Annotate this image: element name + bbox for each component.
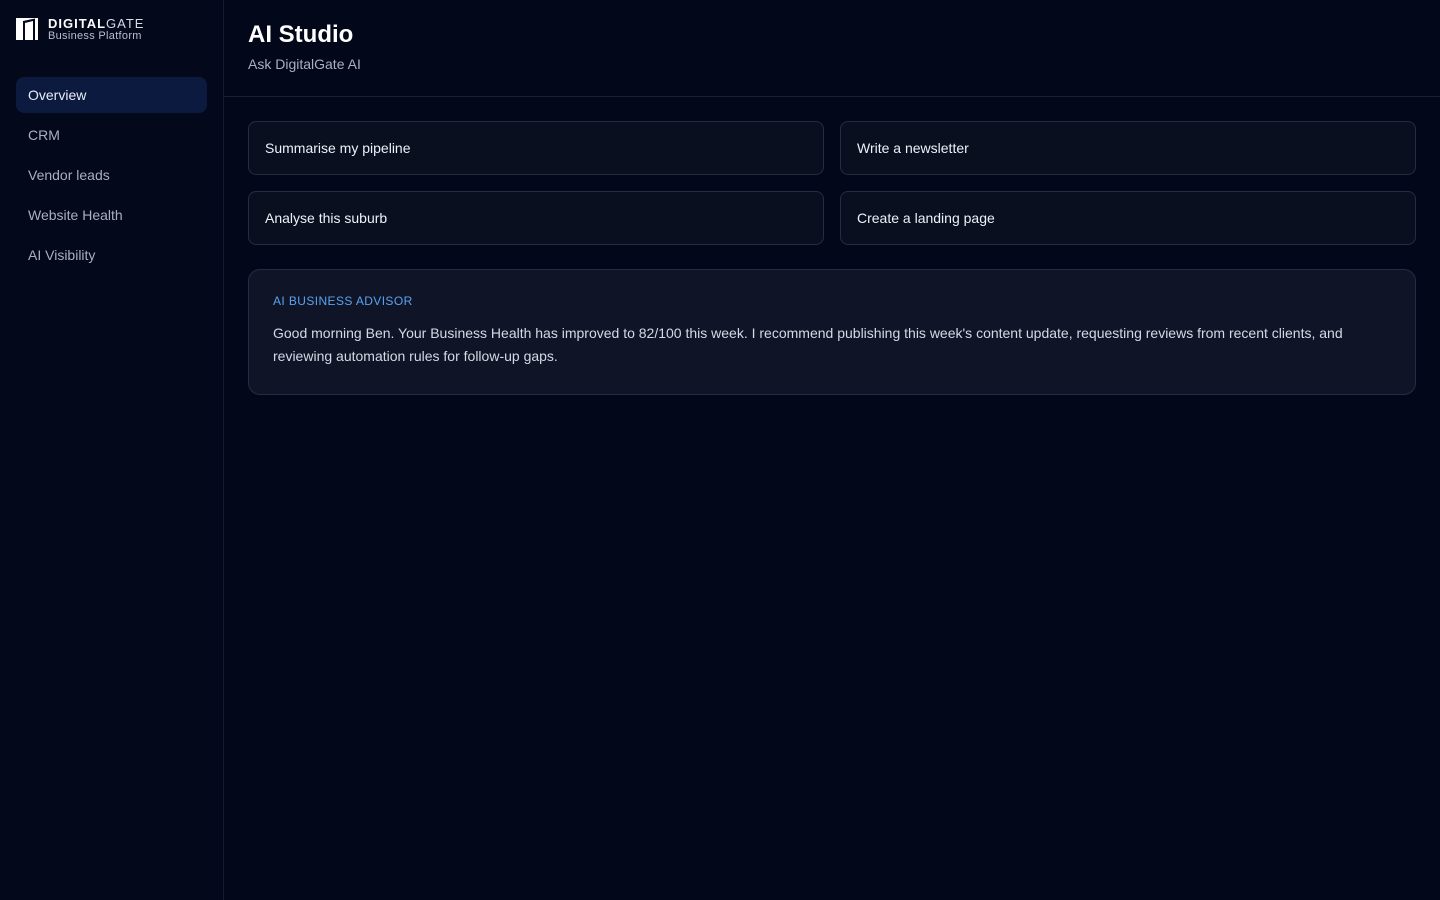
main-panel: AI Studio Ask DigitalGate AI Summarise m… <box>224 0 1440 900</box>
quick-actions: Summarise my pipeline Write a newsletter… <box>248 121 1416 245</box>
sidebar-item-crm[interactable]: CRM <box>16 117 207 153</box>
brand-text: DIGITALGATE Business Platform <box>48 17 144 42</box>
app-shell: DIGITALGATE Business Platform Overview C… <box>0 0 1440 900</box>
brand-name-strong: DIGITAL <box>48 15 107 31</box>
brand-subtitle: Business Platform <box>48 29 142 42</box>
content-area: Summarise my pipeline Write a newsletter… <box>224 97 1440 419</box>
page-header: AI Studio Ask DigitalGate AI <box>224 0 1440 97</box>
sidebar-item-website-health[interactable]: Website Health <box>16 197 207 233</box>
sidebar: DIGITALGATE Business Platform Overview C… <box>0 0 224 900</box>
action-summarise-pipeline-button[interactable]: Summarise my pipeline <box>248 121 824 175</box>
page-subtitle: Ask DigitalGate AI <box>248 56 361 72</box>
action-create-landing-page-button[interactable]: Create a landing page <box>840 191 1416 245</box>
advisor-label: AI BUSINESS ADVISOR <box>273 294 413 308</box>
brand-name: DIGITALGATE <box>48 17 144 30</box>
sidebar-item-vendor-leads[interactable]: Vendor leads <box>16 157 207 193</box>
action-analyse-suburb-button[interactable]: Analyse this suburb <box>248 191 824 245</box>
page-title: AI Studio <box>248 21 354 48</box>
advisor-card: AI BUSINESS ADVISOR Good morning Ben. Yo… <box>248 269 1416 395</box>
action-write-newsletter-button[interactable]: Write a newsletter <box>840 121 1416 175</box>
brand-name-light: GATE <box>106 15 145 31</box>
brand[interactable]: DIGITALGATE Business Platform <box>16 16 207 42</box>
sidebar-item-overview[interactable]: Overview <box>16 77 207 113</box>
advisor-message: Good morning Ben. Your Business Health h… <box>273 325 1343 364</box>
sidebar-item-ai-visibility[interactable]: AI Visibility <box>16 237 207 273</box>
door-logo-icon <box>16 18 38 40</box>
sidebar-nav: Overview CRM Vendor leads Website Health… <box>16 77 207 273</box>
